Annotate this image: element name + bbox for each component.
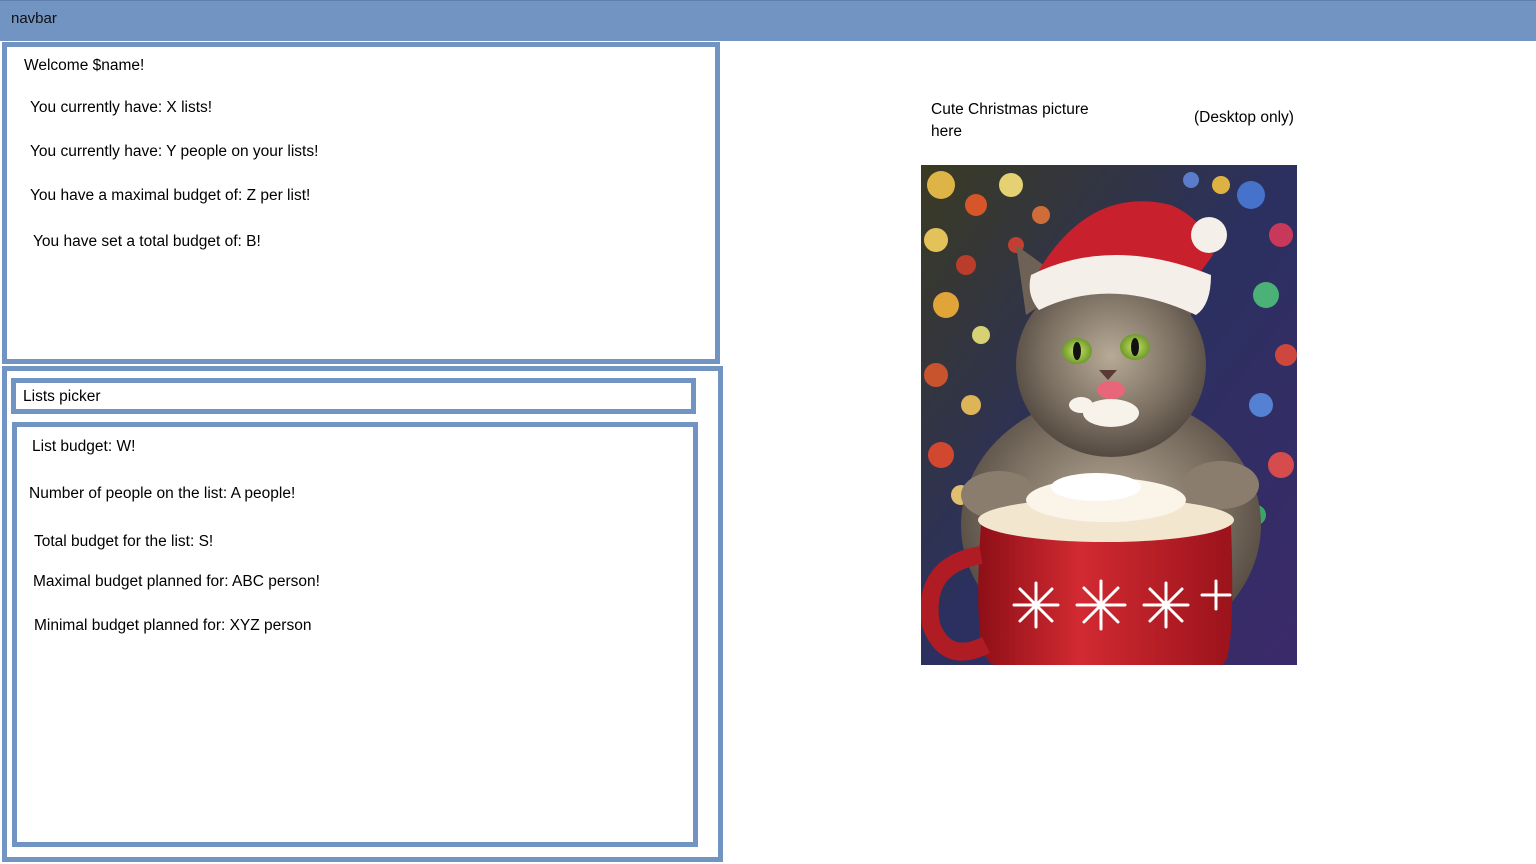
people-count-text: You currently have: Y people on your lis… [30, 143, 319, 160]
people-on-list-text: Number of people on the list: A people! [29, 485, 296, 502]
picture-caption: Cute Christmas picture here [931, 101, 1089, 140]
navbar-label: navbar [11, 10, 57, 27]
christmas-cat-photo-icon [921, 165, 1297, 665]
desktop-only-note: (Desktop only) [1194, 109, 1294, 126]
list-budget-text: List budget: W! [32, 438, 136, 455]
lists-picker[interactable] [11, 378, 696, 414]
navbar[interactable] [0, 0, 1536, 41]
max-planned-text: Maximal budget planned for: ABC person! [33, 573, 320, 590]
lists-picker-label: Lists picker [23, 388, 101, 405]
christmas-cat-image [921, 165, 1297, 665]
total-list-budget-text: Total budget for the list: S! [34, 533, 214, 550]
welcome-greeting: Welcome $name! [24, 57, 145, 74]
min-planned-text: Minimal budget planned for: XYZ person [34, 617, 312, 634]
max-budget-text: You have a maximal budget of: Z per list… [30, 187, 311, 204]
total-budget-text: You have set a total budget of: B! [33, 233, 261, 250]
lists-count-text: You currently have: X lists! [30, 99, 213, 116]
